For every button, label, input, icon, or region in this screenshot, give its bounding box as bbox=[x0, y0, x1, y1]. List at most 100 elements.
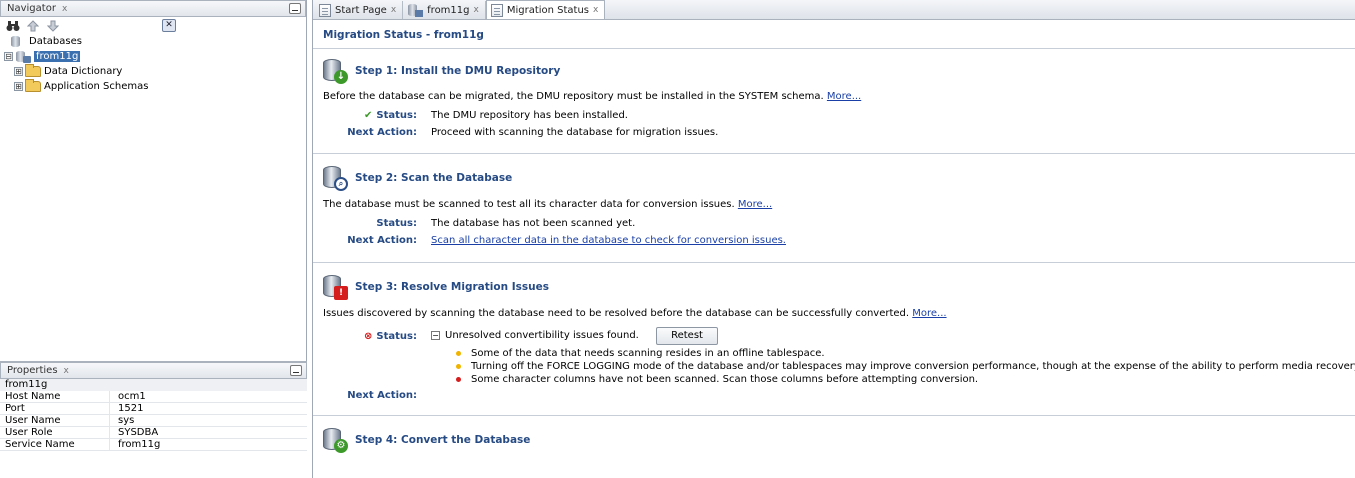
property-row[interactable]: Service Name from11g bbox=[0, 439, 307, 451]
description-text: Before the database can be migrated, the… bbox=[323, 91, 824, 102]
property-row[interactable]: Port 1521 bbox=[0, 403, 307, 415]
tab-migration-status[interactable]: Migration Status x bbox=[485, 0, 606, 19]
step-2-title: Step 2: Scan the Database bbox=[355, 172, 513, 184]
issue-text: Some character columns have not been sca… bbox=[471, 373, 979, 385]
retest-button[interactable]: Retest bbox=[656, 327, 719, 345]
navigator-tab-label: Navigator bbox=[7, 3, 56, 14]
arrow-down-icon[interactable] bbox=[46, 19, 60, 33]
status-label: Status: bbox=[376, 217, 417, 229]
navigator-minimize-button[interactable] bbox=[289, 3, 301, 14]
page-icon bbox=[319, 3, 331, 17]
properties-close-icon[interactable]: x bbox=[64, 366, 69, 376]
properties-tab[interactable]: Properties x bbox=[7, 365, 69, 376]
properties-minimize-button[interactable] bbox=[290, 365, 302, 376]
tab-start-page[interactable]: Start Page x bbox=[315, 1, 404, 19]
description-text: Issues discovered by scanning the databa… bbox=[323, 308, 910, 319]
tab-close-icon[interactable]: x bbox=[391, 5, 396, 15]
left-panel: Navigator x ✕ Databases ⊟ from11g ⊞ Data… bbox=[0, 0, 307, 478]
step-4-header: ⚙ Step 4: Convert the Database bbox=[313, 416, 1355, 454]
error-icon: ⊗ bbox=[364, 330, 373, 342]
properties-panel: Properties x from11g Host Name ocm1 Port… bbox=[0, 361, 307, 478]
tree-node-databases[interactable]: Databases bbox=[10, 34, 306, 49]
properties-tab-label: Properties bbox=[7, 365, 58, 376]
more-link[interactable]: More... bbox=[827, 91, 861, 102]
status-value-wrap: − Unresolved convertibility issues found.… bbox=[431, 327, 719, 345]
property-key: User Role bbox=[0, 427, 110, 438]
tree-node-application-schemas[interactable]: ⊞ Application Schemas bbox=[14, 79, 306, 94]
property-row[interactable]: Host Name ocm1 bbox=[0, 391, 307, 403]
step-4: ⚙ Step 4: Convert the Database bbox=[313, 416, 1355, 456]
issue-text: Some of the data that needs scanning res… bbox=[471, 347, 825, 359]
expand-icon[interactable]: ⊞ bbox=[14, 82, 23, 91]
tab-close-icon[interactable]: x bbox=[474, 5, 479, 15]
collapse-icon[interactable]: ⊟ bbox=[4, 52, 13, 61]
next-action-label: Next Action: bbox=[347, 234, 417, 246]
database-convert-icon: ⚙ bbox=[321, 426, 349, 454]
status-value: The database has not been scanned yet. bbox=[431, 217, 636, 229]
step-1-next-action: Next Action: Proceed with scanning the d… bbox=[313, 125, 1355, 139]
editor-panel: Start Page x from11g x Migration Status … bbox=[312, 0, 1355, 478]
navigator-tree: Databases ⊟ from11g ⊞ Data Dictionary ⊞ … bbox=[0, 34, 306, 94]
properties-header: Properties x bbox=[0, 362, 307, 379]
issue-item: Turning off the FORCE LOGGING mode of th… bbox=[313, 360, 1355, 372]
status-label: Status: bbox=[376, 330, 417, 342]
tree-node-data-dictionary[interactable]: ⊞ Data Dictionary bbox=[14, 64, 306, 79]
expand-icon[interactable]: ⊞ bbox=[14, 67, 23, 76]
warning-dot-icon bbox=[456, 363, 461, 369]
property-key: Port bbox=[0, 403, 110, 414]
database-connection-icon bbox=[407, 3, 424, 17]
property-value: ocm1 bbox=[118, 391, 146, 402]
property-value: SYSDBA bbox=[118, 427, 159, 438]
collapse-issues-icon[interactable]: − bbox=[431, 330, 440, 340]
property-row[interactable]: User Name sys bbox=[0, 415, 307, 427]
property-key: Host Name bbox=[0, 391, 110, 402]
tree-node-from11g[interactable]: ⊟ from11g bbox=[4, 49, 306, 64]
description-text: The database must be scanned to test all… bbox=[323, 199, 735, 210]
status-value: The DMU repository has been installed. bbox=[431, 109, 628, 121]
navigator-close-icon[interactable]: x bbox=[62, 4, 67, 14]
step-1-description: Before the database can be migrated, the… bbox=[313, 91, 1355, 102]
step-1: ↓ Step 1: Install the DMU Repository Bef… bbox=[313, 49, 1355, 154]
clear-filter-button[interactable]: ✕ bbox=[162, 19, 176, 32]
property-value: sys bbox=[118, 415, 135, 426]
step-4-title: Step 4: Convert the Database bbox=[355, 434, 531, 446]
scan-link[interactable]: Scan all character data in the database … bbox=[431, 235, 786, 246]
database-download-icon: ↓ bbox=[321, 57, 349, 85]
database-warning-icon: ! bbox=[321, 273, 349, 301]
binoculars-icon[interactable] bbox=[6, 19, 20, 33]
tree-node-label: Databases bbox=[29, 36, 82, 47]
tab-close-icon[interactable]: x bbox=[593, 5, 598, 15]
issue-text: Turning off the FORCE LOGGING mode of th… bbox=[471, 360, 1355, 372]
step-3: ! Step 3: Resolve Migration Issues Issue… bbox=[313, 263, 1355, 416]
issue-item: Some character columns have not been sca… bbox=[313, 373, 978, 385]
status-label-wrap: ⊗ Status: bbox=[313, 331, 431, 342]
tree-node-label: from11g bbox=[34, 51, 81, 62]
more-link[interactable]: More... bbox=[912, 308, 946, 319]
status-label-wrap: ✔ Status: bbox=[313, 110, 431, 121]
database-scan-icon: ⌕ bbox=[321, 164, 349, 192]
page-title: Migration Status - from11g bbox=[313, 21, 1355, 49]
page-icon bbox=[490, 3, 503, 17]
property-row[interactable]: User Role SYSDBA bbox=[0, 427, 307, 439]
tab-label: from11g bbox=[427, 4, 470, 16]
folder-icon bbox=[25, 79, 41, 92]
step-2-next-action: Next Action: Scan all character data in … bbox=[313, 233, 1355, 247]
step-3-title: Step 3: Resolve Migration Issues bbox=[355, 281, 549, 293]
step-1-title: Step 1: Install the DMU Repository bbox=[355, 65, 561, 77]
editor-tab-bar: Start Page x from11g x Migration Status … bbox=[313, 0, 1355, 20]
more-link[interactable]: More... bbox=[738, 199, 772, 210]
property-key: User Name bbox=[0, 415, 110, 426]
arrow-up-icon[interactable] bbox=[26, 19, 40, 33]
tab-label: Start Page bbox=[335, 4, 387, 16]
issues-list: Some of the data that needs scanning res… bbox=[313, 345, 1355, 385]
property-value: 1521 bbox=[118, 403, 144, 414]
navigator-tab[interactable]: Navigator x bbox=[7, 3, 67, 14]
checkmark-icon: ✔ bbox=[364, 109, 373, 121]
error-dot-icon bbox=[456, 376, 461, 382]
step-2: ⌕ Step 2: Scan the Database The database… bbox=[313, 154, 1355, 263]
navigator-header: Navigator x bbox=[0, 0, 306, 17]
next-action-value: Proceed with scanning the database for m… bbox=[431, 126, 719, 138]
step-3-header: ! Step 3: Resolve Migration Issues bbox=[313, 263, 1355, 301]
tab-from11g[interactable]: from11g x bbox=[403, 1, 486, 19]
tree-node-label: Data Dictionary bbox=[44, 66, 123, 77]
